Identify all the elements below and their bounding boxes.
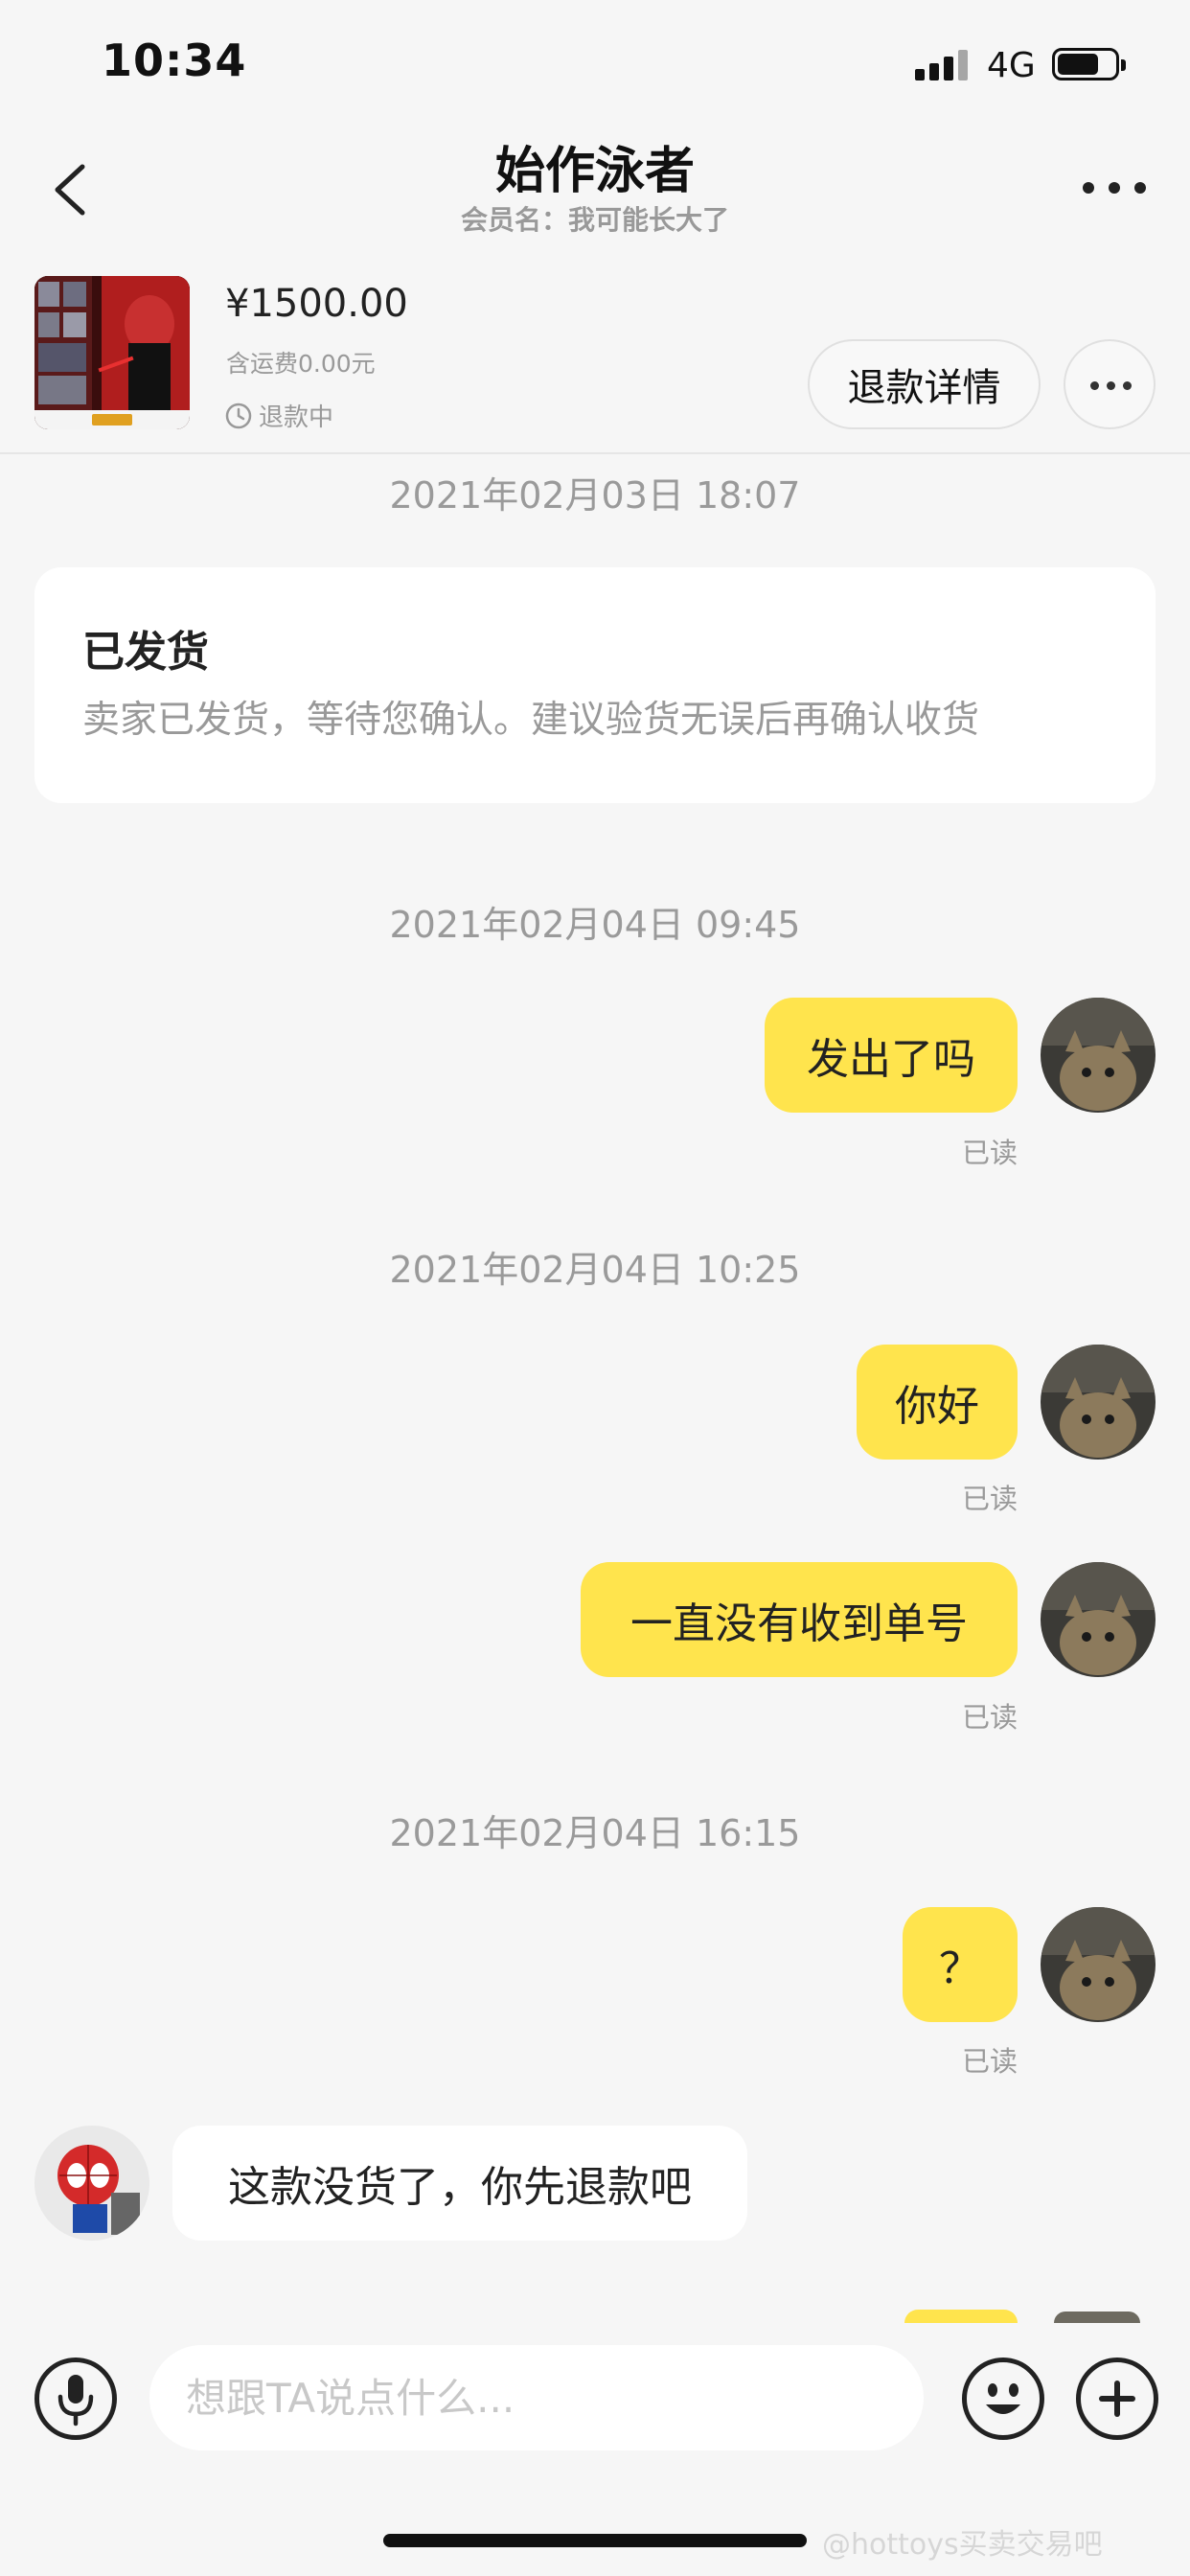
battery-icon xyxy=(1052,48,1126,80)
member-name: 会员名：我可能长大了 xyxy=(460,204,729,236)
header-divider xyxy=(0,452,1190,454)
read-receipt: 已读 xyxy=(961,1137,1018,1169)
shipping-fee: 含运费0.00元 xyxy=(226,350,376,378)
network-label: 4G xyxy=(987,46,1036,85)
read-receipt: 已读 xyxy=(961,1701,1018,1734)
status-time: 10:34 xyxy=(102,34,247,86)
chat-title: 始作泳者 xyxy=(494,143,695,200)
product-thumbnail[interactable] xyxy=(34,276,190,429)
timestamp: 2021年02月04日 10:25 xyxy=(389,1249,801,1291)
product-price: ¥1500.00 xyxy=(225,282,408,326)
microphone-icon xyxy=(57,2375,94,2426)
my-avatar[interactable] xyxy=(1041,1345,1156,1460)
signal-icon xyxy=(915,50,969,80)
timestamp: 2021年02月03日 18:07 xyxy=(389,474,801,517)
status-bar: 10:34 4G xyxy=(0,0,1190,115)
outgoing-message-partial xyxy=(904,2310,1018,2323)
read-receipt: 已读 xyxy=(961,2045,1018,2078)
incoming-message[interactable]: 这款没货了，你先退款吧 xyxy=(172,2126,747,2241)
more-options-icon[interactable] xyxy=(1081,178,1148,197)
read-receipt: 已读 xyxy=(961,1483,1018,1515)
notice-title: 已发货 xyxy=(82,628,209,677)
refund-detail-button[interactable]: 退款详情 xyxy=(808,339,1041,429)
refund-status-label: 退款中 xyxy=(259,403,334,432)
shipping-notice-card[interactable]: 已发货 卖家已发货，等待您确认。建议验货无误后再确认收货 xyxy=(34,567,1156,803)
refund-status: 退款中 xyxy=(224,398,333,433)
outgoing-message[interactable]: 你好 xyxy=(857,1345,1018,1460)
my-avatar-partial xyxy=(1054,2312,1140,2323)
add-attachment-button[interactable] xyxy=(1076,2358,1158,2440)
notice-text: 卖家已发货，等待您确认。建议验货无误后再确认收货 xyxy=(82,699,980,742)
timestamp: 2021年02月04日 09:45 xyxy=(389,904,801,946)
seller-avatar[interactable] xyxy=(34,2126,149,2241)
outgoing-message[interactable]: 一直没有收到单号 xyxy=(581,1562,1018,1677)
product-more-button[interactable] xyxy=(1064,339,1156,429)
my-avatar[interactable] xyxy=(1041,998,1156,1113)
voice-input-button[interactable] xyxy=(34,2358,117,2440)
emoji-button[interactable] xyxy=(962,2358,1044,2440)
home-indicator xyxy=(383,2534,807,2547)
outgoing-message[interactable]: 发出了吗 xyxy=(765,998,1018,1113)
clock-icon xyxy=(225,402,252,428)
smiley-icon xyxy=(986,2383,1020,2414)
message-input[interactable] xyxy=(149,2345,924,2450)
timestamp: 2021年02月04日 16:15 xyxy=(389,1812,801,1854)
watermark: @hottoys买卖交易吧 xyxy=(822,2528,1103,2562)
my-avatar[interactable] xyxy=(1041,1562,1156,1677)
my-avatar[interactable] xyxy=(1041,1907,1156,2022)
outgoing-message[interactable]: ？ xyxy=(903,1907,1018,2022)
